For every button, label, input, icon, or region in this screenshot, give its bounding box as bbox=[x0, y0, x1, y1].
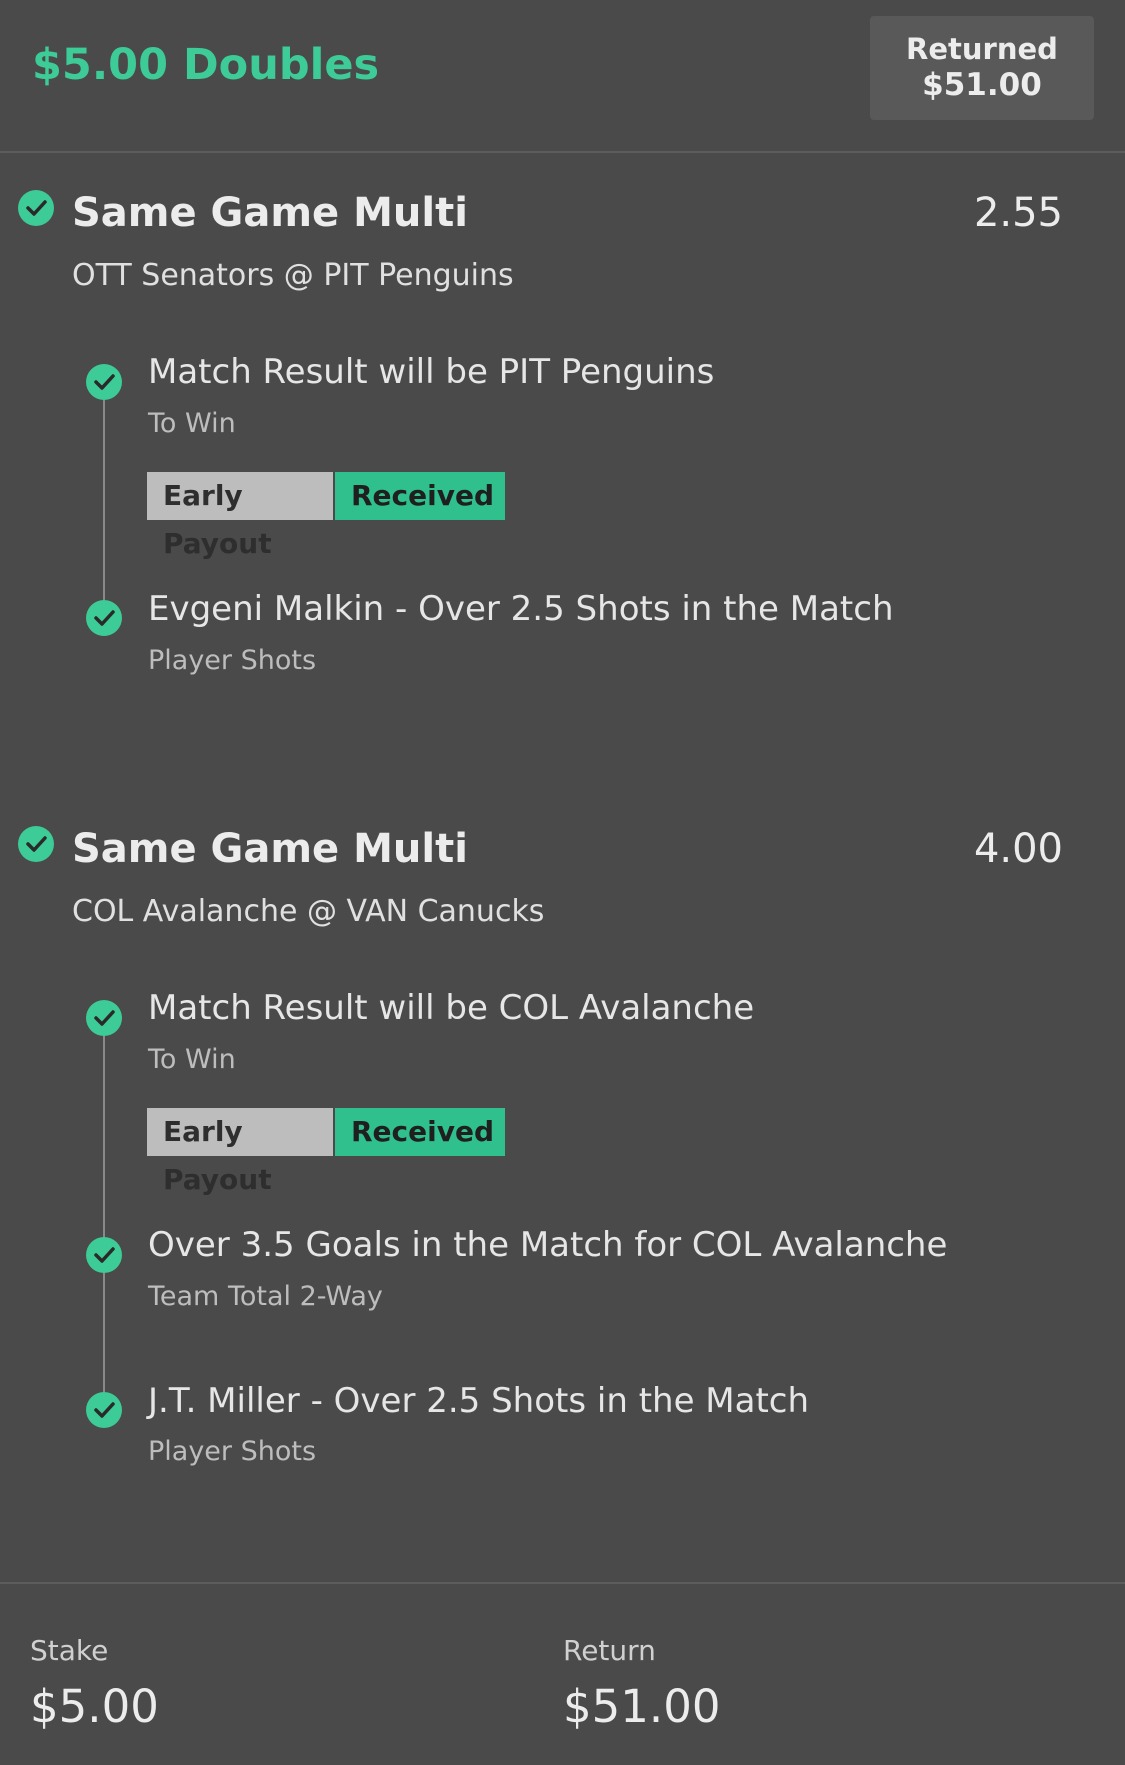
return-label: Return bbox=[563, 1634, 656, 1667]
check-circle-icon bbox=[86, 1237, 122, 1273]
stake-label: Stake bbox=[30, 1634, 109, 1667]
badge-early-payout: Early Payout bbox=[147, 1108, 333, 1196]
leg-market: To Win bbox=[148, 408, 236, 439]
early-payout-badge: Early Payout Received bbox=[147, 1108, 505, 1196]
leg-selection: Match Result will be COL Avalanche bbox=[148, 988, 755, 1028]
leg-selection: Match Result will be PIT Penguins bbox=[148, 352, 715, 392]
leg-connector-line bbox=[103, 1018, 105, 1410]
header-divider bbox=[0, 151, 1125, 153]
leg-selection: J.T. Miller - Over 2.5 Shots in the Matc… bbox=[148, 1381, 810, 1421]
badge-received: Received bbox=[335, 1108, 505, 1156]
check-circle-icon bbox=[18, 826, 54, 862]
leg-selection: Evgeni Malkin - Over 2.5 Shots in the Ma… bbox=[148, 589, 894, 629]
bet-header: $5.00 Doubles Returned $51.00 bbox=[0, 0, 1125, 152]
returned-label: Returned bbox=[906, 32, 1058, 66]
bet-summary-footer: Stake $5.00 Return $51.00 bbox=[0, 1584, 1125, 1765]
badge-early-payout: Early Payout bbox=[147, 472, 333, 560]
leg-market: Team Total 2-Way bbox=[148, 1281, 383, 1312]
return-value: $51.00 bbox=[563, 1680, 721, 1733]
group-odds: 2.55 bbox=[973, 190, 1063, 236]
group-matchup: OTT Senators @ PIT Penguins bbox=[72, 258, 514, 293]
group-title: Same Game Multi bbox=[72, 190, 468, 236]
bet-title: $5.00 Doubles bbox=[32, 40, 380, 90]
group-title: Same Game Multi bbox=[72, 826, 468, 872]
stake-value: $5.00 bbox=[30, 1680, 159, 1733]
leg-market: To Win bbox=[148, 1044, 236, 1075]
early-payout-badge: Early Payout Received bbox=[147, 472, 505, 560]
check-circle-icon bbox=[86, 364, 122, 400]
group-matchup: COL Avalanche @ VAN Canucks bbox=[72, 894, 545, 929]
check-circle-icon bbox=[86, 600, 122, 636]
returned-amount: $51.00 bbox=[922, 67, 1042, 103]
check-circle-icon bbox=[86, 1392, 122, 1428]
returned-badge: Returned $51.00 bbox=[870, 16, 1094, 120]
leg-connector-line bbox=[103, 382, 105, 618]
leg-selection: Over 3.5 Goals in the Match for COL Aval… bbox=[148, 1225, 948, 1265]
badge-received: Received bbox=[335, 472, 505, 520]
leg-market: Player Shots bbox=[148, 645, 317, 676]
check-circle-icon bbox=[18, 190, 54, 226]
check-circle-icon bbox=[86, 1000, 122, 1036]
leg-market: Player Shots bbox=[148, 1436, 317, 1467]
group-odds: 4.00 bbox=[973, 826, 1063, 872]
